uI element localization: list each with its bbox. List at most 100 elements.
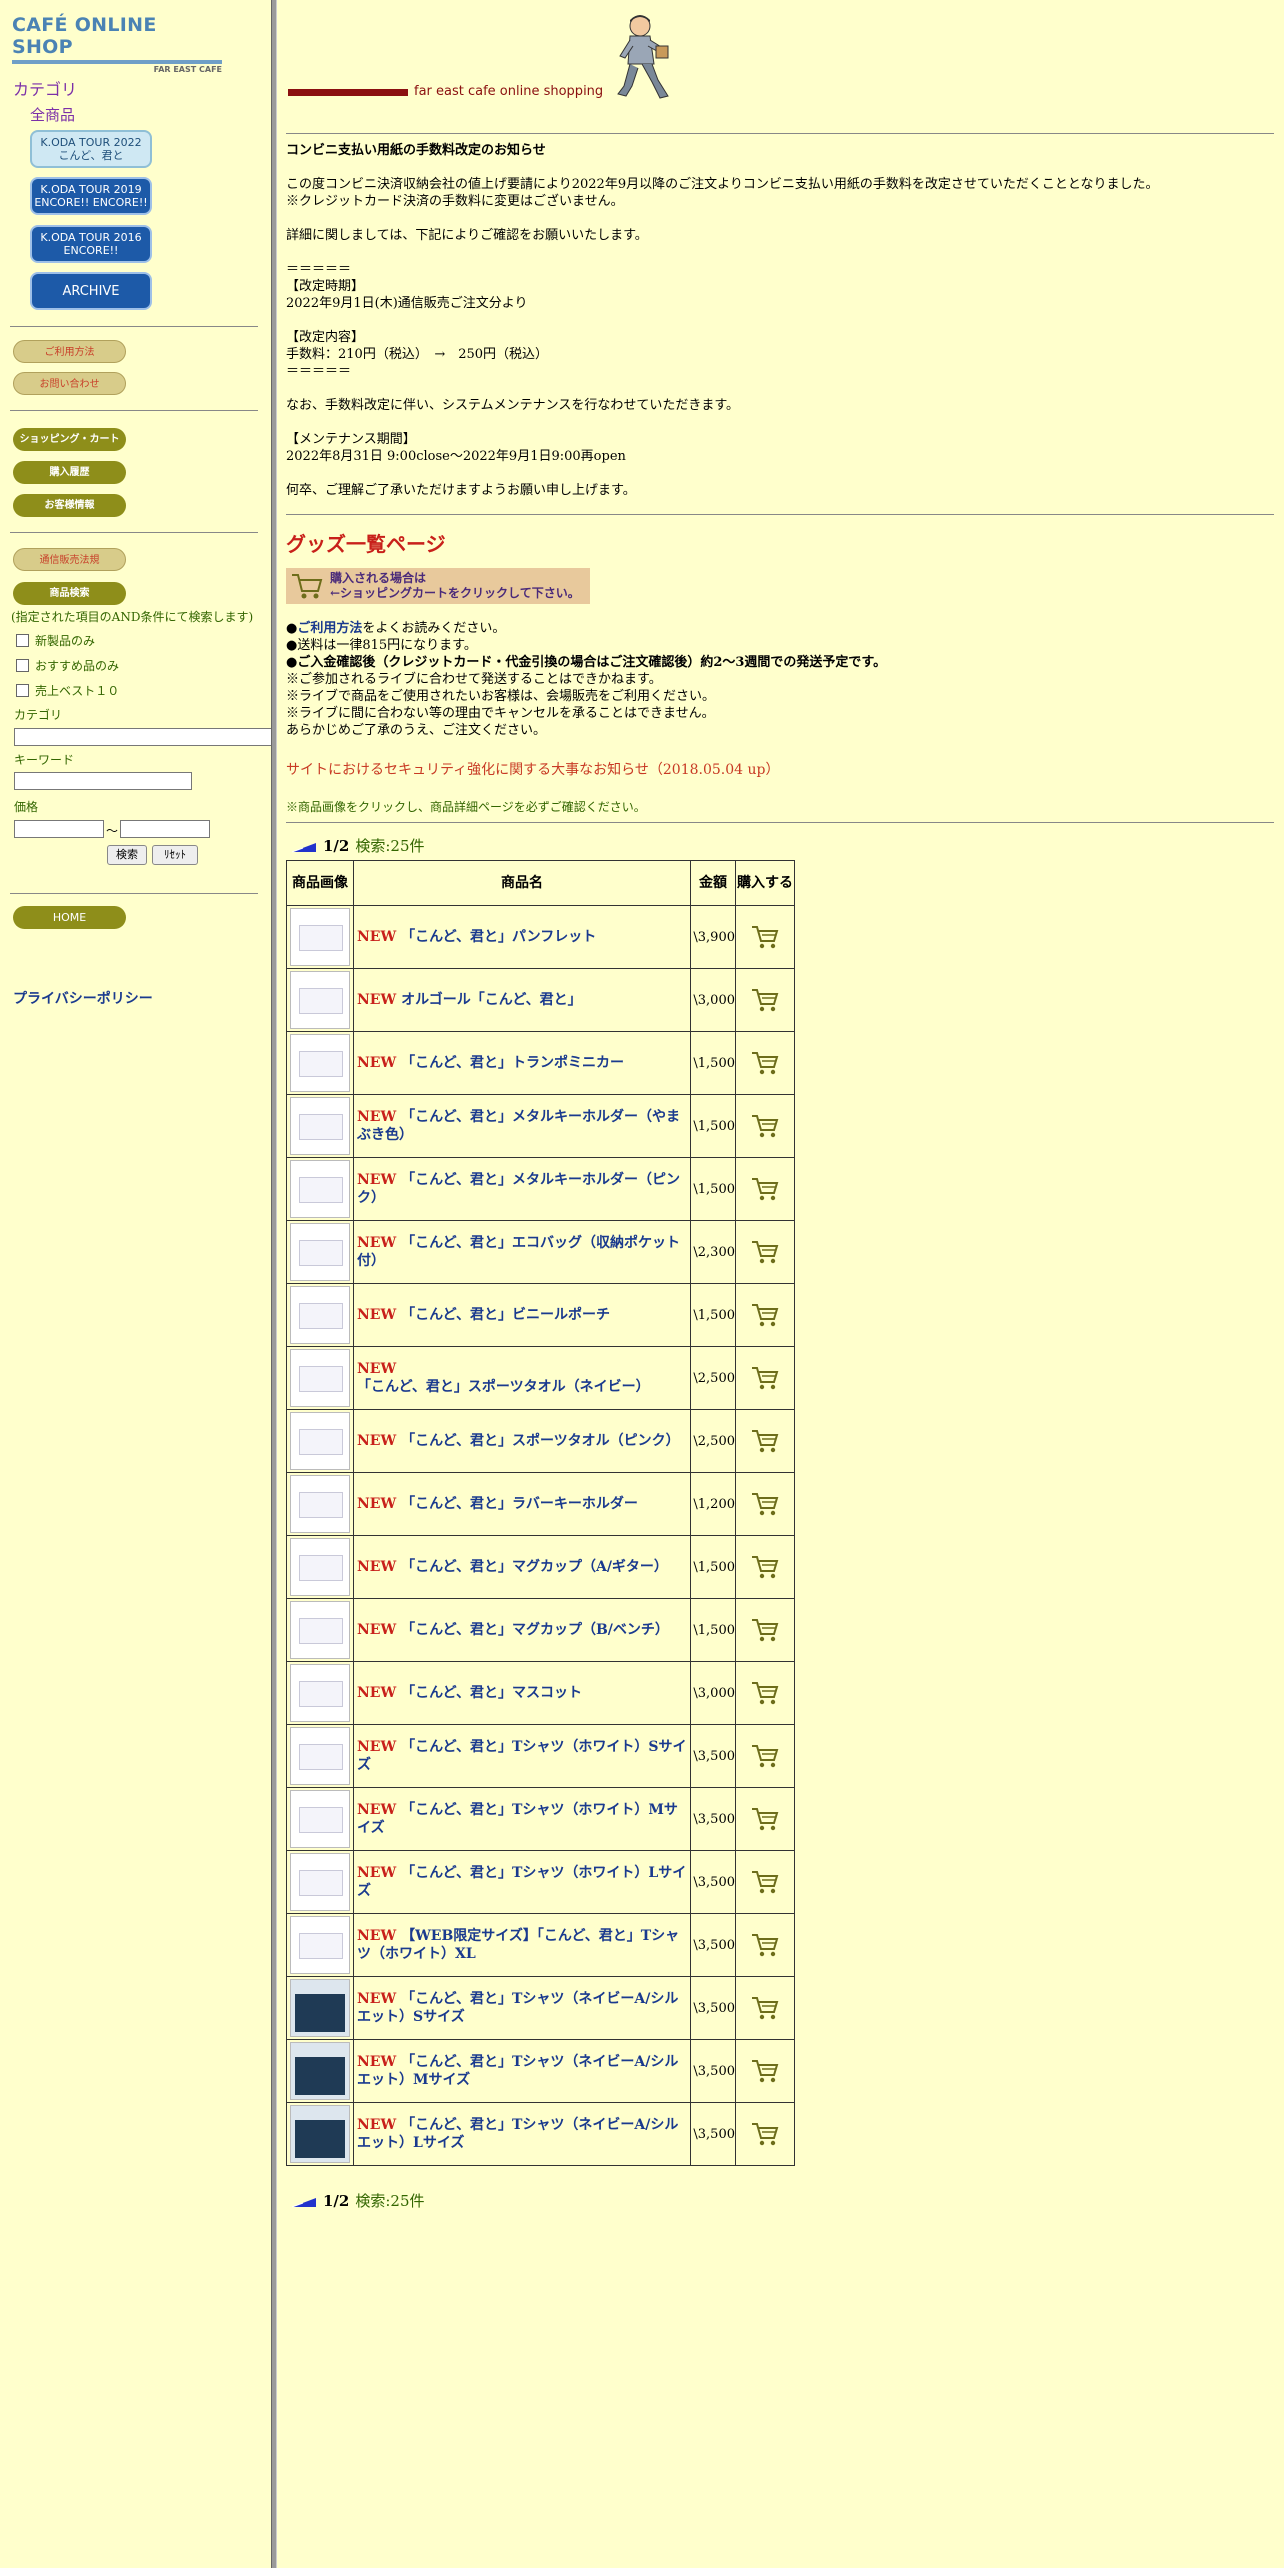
tour-2016-button[interactable]: K.ODA TOUR 2016 ENCORE!! [30, 225, 152, 263]
shopping-cart-icon[interactable] [750, 1995, 780, 2021]
shopping-cart-icon[interactable] [750, 1176, 780, 1202]
home-button[interactable]: HOME [13, 906, 126, 929]
shopping-cart-button[interactable]: ショッピング・カート [13, 428, 126, 451]
contact-button[interactable]: お問い合わせ [13, 372, 126, 395]
name-cell: NEW 「こんど、君と」Tシャツ（ネイビーA/シルエット）Lサイズ [353, 2102, 691, 2166]
sidebar-divider [10, 326, 258, 327]
new-only-checkbox[interactable]: 新製品のみ [16, 632, 95, 649]
customer-info-button[interactable]: お客様情報 [13, 494, 126, 517]
shopping-cart-icon[interactable] [750, 1050, 780, 1076]
product-name-link[interactable]: NEW 「こんど、君と」マスコット [354, 1684, 690, 1702]
purchase-history-button[interactable]: 購入履歴 [13, 461, 126, 484]
product-price: \3,500 [690, 1976, 736, 2040]
recommended-checkbox[interactable]: おすすめ品のみ [16, 657, 119, 674]
keyword-input[interactable] [14, 772, 192, 790]
usage-button[interactable]: ご利用方法 [13, 340, 126, 363]
shopping-cart-icon[interactable] [750, 2121, 780, 2147]
product-image[interactable] [290, 1979, 350, 2037]
shopping-cart-icon[interactable] [750, 1680, 780, 1706]
product-image[interactable] [290, 1916, 350, 1974]
shopping-cart-icon[interactable] [750, 1869, 780, 1895]
product-image[interactable] [290, 1349, 350, 1407]
shopping-cart-icon[interactable] [750, 2058, 780, 2084]
notice-line: ＝＝＝＝＝ [286, 364, 352, 379]
shopping-cart-icon[interactable] [750, 1239, 780, 1265]
page-arrow-icon[interactable] [291, 839, 317, 853]
product-name-link[interactable]: NEW 「こんど、君と」パンフレット [354, 928, 690, 946]
product-image[interactable] [290, 1664, 350, 1722]
product-image[interactable] [290, 1223, 350, 1281]
product-name-link[interactable]: NEW 「こんど、君と」Tシャツ（ネイビーA/シルエット）Sサイズ [354, 1990, 690, 2026]
product-name: 「こんど、君と」Tシャツ（ホワイト）Sサイズ [357, 1739, 687, 1773]
product-name-link[interactable]: NEW 「こんど、君と」Tシャツ（ホワイト）Mサイズ [354, 1801, 690, 1837]
site-logo[interactable]: CAFÉ ONLINE SHOP FAR EAST CAFE [12, 14, 222, 74]
product-image[interactable] [290, 2105, 350, 2163]
product-name-link[interactable]: NEW 「こんど、君と」ビニールポーチ [354, 1306, 690, 1324]
product-image[interactable] [290, 1034, 350, 1092]
product-image[interactable] [290, 2042, 350, 2100]
name-cell: NEW 【WEB限定サイズ】「こんど、君と」Tシャツ（ホワイト）XL [353, 1913, 691, 1977]
product-name-link[interactable]: NEW 「こんど、君と」マグカップ（B/ベンチ） [354, 1621, 690, 1639]
product-image[interactable] [290, 1160, 350, 1218]
all-items-link[interactable]: 全商品 [30, 104, 75, 125]
product-name-link[interactable]: NEW 「こんど、君と」エコバッグ（収納ポケット付） [354, 1234, 690, 1270]
product-name-link[interactable]: NEW 「こんど、君と」トランポミニカー [354, 1054, 690, 1072]
product-image[interactable] [290, 1727, 350, 1785]
shopping-cart-icon[interactable] [750, 1806, 780, 1832]
info-text: ご入金確認後（クレジットカード・代金引換の場合はご注文確認後）約2～3週間での発… [297, 655, 887, 670]
category-select[interactable] [14, 728, 272, 746]
shopping-cart-icon[interactable] [750, 987, 780, 1013]
product-image[interactable] [290, 1097, 350, 1155]
page-arrow-icon[interactable] [291, 2194, 317, 2208]
shopping-cart-icon[interactable] [750, 1428, 780, 1454]
shopping-cart-icon[interactable] [750, 1302, 780, 1328]
product-image[interactable] [290, 1853, 350, 1911]
price-min-input[interactable] [14, 820, 104, 838]
product-name-link[interactable]: NEW 「こんど、君と」Tシャツ（ホワイト）Lサイズ [354, 1864, 690, 1900]
reset-button[interactable]: ﾘｾｯﾄ [152, 845, 198, 865]
product-name-link[interactable]: NEW 「こんど、君と」Tシャツ（ネイビーA/シルエット）Lサイズ [354, 2116, 690, 2152]
product-name-link[interactable]: NEW 「こんど、君と」メタルキーホルダー（ピンク） [354, 1171, 690, 1207]
product-name-link[interactable]: NEW 「こんど、君と」ラバーキーホルダー [354, 1495, 690, 1513]
product-image[interactable] [290, 1286, 350, 1344]
product-name-link[interactable]: NEW 「こんど、君と」マグカップ（A/ギター） [354, 1558, 690, 1576]
product-image[interactable] [290, 1475, 350, 1533]
mail-order-law-button[interactable]: 通信販売法規 [13, 548, 126, 571]
column-header: 商品名 [353, 860, 691, 906]
shopping-cart-icon[interactable] [750, 1365, 780, 1391]
product-image[interactable] [290, 1538, 350, 1596]
product-name-link[interactable]: NEW 「こんど、君と」スポーツタオル（ピンク） [354, 1432, 690, 1450]
info-text: あらかじめご了承のうえ、ご注文ください。 [286, 723, 547, 738]
shopping-cart-icon[interactable] [750, 1491, 780, 1517]
shopping-cart-icon[interactable] [750, 1932, 780, 1958]
tour-2019-button[interactable]: K.ODA TOUR 2019 ENCORE!! ENCORE!! [30, 177, 152, 215]
column-header: 金額 [690, 860, 736, 906]
product-name-link[interactable]: NEW 「こんど、君と」Tシャツ（ホワイト）Sサイズ [354, 1738, 690, 1774]
best10-checkbox[interactable]: 売上ベスト１０ [16, 682, 119, 699]
usage-link[interactable]: ご利用方法 [297, 621, 362, 636]
product-name-link[interactable]: NEW 【WEB限定サイズ】「こんど、君と」Tシャツ（ホワイト）XL [354, 1927, 690, 1963]
shopping-cart-icon[interactable] [750, 924, 780, 950]
cart-cell [735, 1724, 795, 1788]
search-button[interactable]: 検索 [107, 845, 147, 865]
shopping-cart-icon[interactable] [750, 1113, 780, 1139]
info-line: ●ご利用方法をよくお読みください。 [286, 620, 886, 637]
shopping-cart-icon[interactable] [750, 1617, 780, 1643]
product-name-link[interactable]: NEW オルゴール「こんど、君と」 [354, 991, 690, 1009]
privacy-policy-link[interactable]: プライバシーポリシー [13, 988, 153, 1008]
product-name-link[interactable]: NEW 「こんど、君と」スポーツタオル（ネイビー） [354, 1360, 690, 1396]
product-image[interactable] [290, 908, 350, 966]
info-text: ※ライブで商品をご使用されたいお客様は、会場販売をご利用ください。 [286, 689, 716, 704]
shopping-cart-icon[interactable] [750, 1554, 780, 1580]
tour-2022-button[interactable]: K.ODA TOUR 2022 こんど、君と [30, 130, 152, 168]
archive-button[interactable]: ARCHIVE [30, 272, 152, 310]
price-max-input[interactable] [120, 820, 210, 838]
product-image[interactable] [290, 1790, 350, 1848]
shopping-cart-icon[interactable] [750, 1743, 780, 1769]
product-image[interactable] [290, 1601, 350, 1659]
product-name-link[interactable]: NEW 「こんど、君と」Tシャツ（ネイビーA/シルエット）Mサイズ [354, 2053, 690, 2089]
product-name-link[interactable]: NEW 「こんど、君と」メタルキーホルダー（やまぶき色） [354, 1108, 690, 1144]
product-image[interactable] [290, 971, 350, 1029]
product-image[interactable] [290, 1412, 350, 1470]
security-notice-link[interactable]: サイトにおけるセキュリティ強化に関する大事なお知らせ（2018.05.04 up… [286, 762, 779, 779]
